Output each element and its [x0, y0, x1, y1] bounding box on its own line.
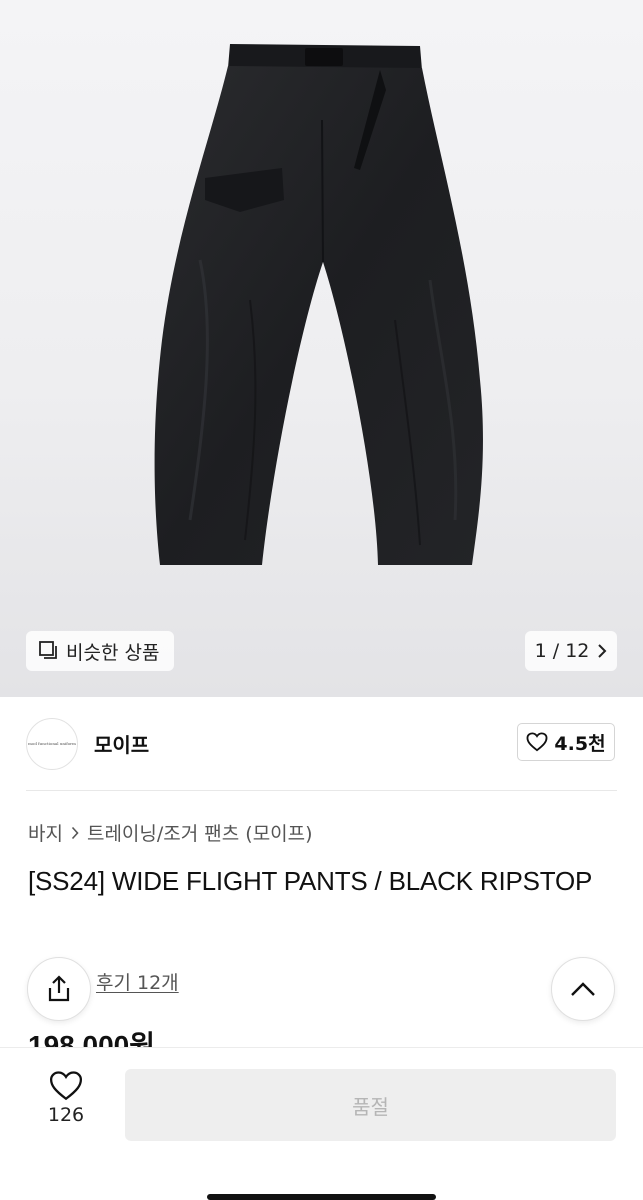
like-button[interactable]: 126	[30, 1070, 102, 1126]
heart-icon	[49, 1071, 83, 1101]
similar-products-icon	[39, 641, 57, 659]
similar-products-button[interactable]: 비슷한 상품	[26, 631, 174, 671]
breadcrumb: 바지 트레이닝/조거 팬츠 (모이프)	[28, 819, 313, 846]
follower-count: 4.5천	[554, 732, 606, 755]
breadcrumb-subcategory[interactable]: 트레이닝/조거 팬츠 (모이프)	[87, 819, 313, 846]
gallery-counter-button[interactable]: 1 / 12	[525, 631, 617, 671]
similar-products-label: 비슷한 상품	[66, 641, 160, 664]
product-price: 198,000원	[28, 1030, 155, 1047]
gallery-counter: 1 / 12	[534, 640, 590, 662]
shop-row[interactable]: mod functional uniform 모이프 4.5천	[0, 697, 643, 790]
reviews-link[interactable]: 후기 12개	[96, 968, 179, 995]
chevron-right-icon	[598, 644, 607, 658]
divider	[26, 790, 617, 791]
chevron-up-icon	[571, 982, 595, 996]
share-icon	[48, 975, 70, 1002]
shop-logo-text: mod functional uniform	[28, 741, 76, 746]
sold-out-button[interactable]: 품절	[125, 1069, 616, 1141]
bottom-action-bar: 126 품절	[0, 1047, 643, 1200]
product-title: [SS24] WIDE FLIGHT PANTS / BLACK RIPSTOP	[28, 866, 593, 896]
scroll-to-top-button[interactable]	[551, 957, 615, 1021]
like-count: 126	[47, 1104, 85, 1126]
shop-name[interactable]: 모이프	[94, 729, 149, 758]
heart-icon	[526, 732, 548, 752]
shop-follow-button[interactable]: 4.5천	[517, 723, 615, 761]
shop-logo[interactable]: mod functional uniform	[26, 717, 78, 770]
breadcrumb-category[interactable]: 바지	[28, 819, 63, 846]
product-image-gallery[interactable]: 비슷한 상품 1 / 12	[0, 0, 643, 697]
product-image	[154, 44, 483, 565]
home-indicator	[207, 1194, 436, 1200]
chevron-right-icon	[71, 826, 79, 839]
share-button[interactable]	[27, 957, 91, 1021]
